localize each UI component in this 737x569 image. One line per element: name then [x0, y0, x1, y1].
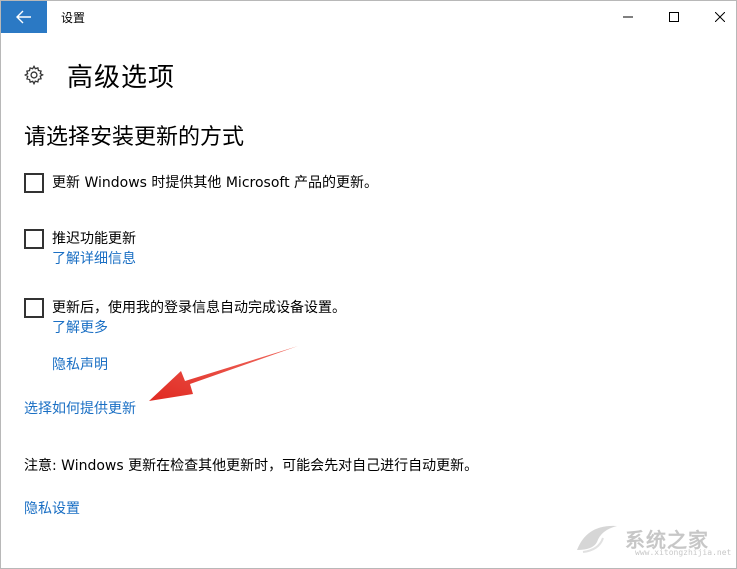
option-label: 推迟功能更新 [52, 231, 136, 247]
section-title: 请选择安装更新的方式 [24, 125, 245, 150]
checkbox-defer-features[interactable] [24, 229, 44, 249]
page-title: 高级选项 [67, 62, 176, 93]
close-icon [715, 12, 725, 22]
minimize-button[interactable] [605, 1, 651, 33]
title-bar: 设置 [1, 1, 736, 33]
watermark: 系统之家 www.xitongzhijia.net [573, 518, 731, 558]
learn-more-link[interactable]: 了解更多 [52, 318, 108, 338]
option-label: 更新 Windows 时提供其他 Microsoft 产品的更新。 [52, 175, 379, 191]
page-header: 高级选项 [23, 57, 175, 93]
arrow-left-icon [16, 10, 31, 24]
settings-window: 设置 高级选项 请选择安装更新的方式 更新 Windows 时提供其他 Micr… [0, 0, 737, 569]
watermark-url: www.xitongzhijia.net [635, 548, 732, 557]
privacy-settings-link[interactable]: 隐私设置 [24, 499, 80, 519]
update-note: 注意: Windows 更新在检查其他更新时，可能会先对自己进行自动更新。 [24, 458, 479, 474]
option-label: 更新后，使用我的登录信息自动完成设备设置。 [52, 300, 346, 316]
minimize-icon [623, 16, 633, 18]
maximize-button[interactable] [651, 1, 697, 33]
watermark-text: 系统之家 [625, 527, 709, 552]
close-button[interactable] [697, 1, 736, 33]
watermark-logo-icon [577, 525, 617, 553]
maximize-icon [669, 12, 679, 22]
choose-delivery-link[interactable]: 选择如何提供更新 [24, 399, 136, 419]
checkbox-other-products[interactable] [24, 173, 44, 193]
checkbox-auto-setup[interactable] [24, 298, 44, 318]
window-title: 设置 [61, 11, 86, 25]
privacy-statement-link[interactable]: 隐私声明 [52, 355, 108, 375]
gear-icon [23, 64, 45, 86]
back-button[interactable] [1, 1, 47, 33]
learn-details-link[interactable]: 了解详细信息 [52, 249, 136, 269]
